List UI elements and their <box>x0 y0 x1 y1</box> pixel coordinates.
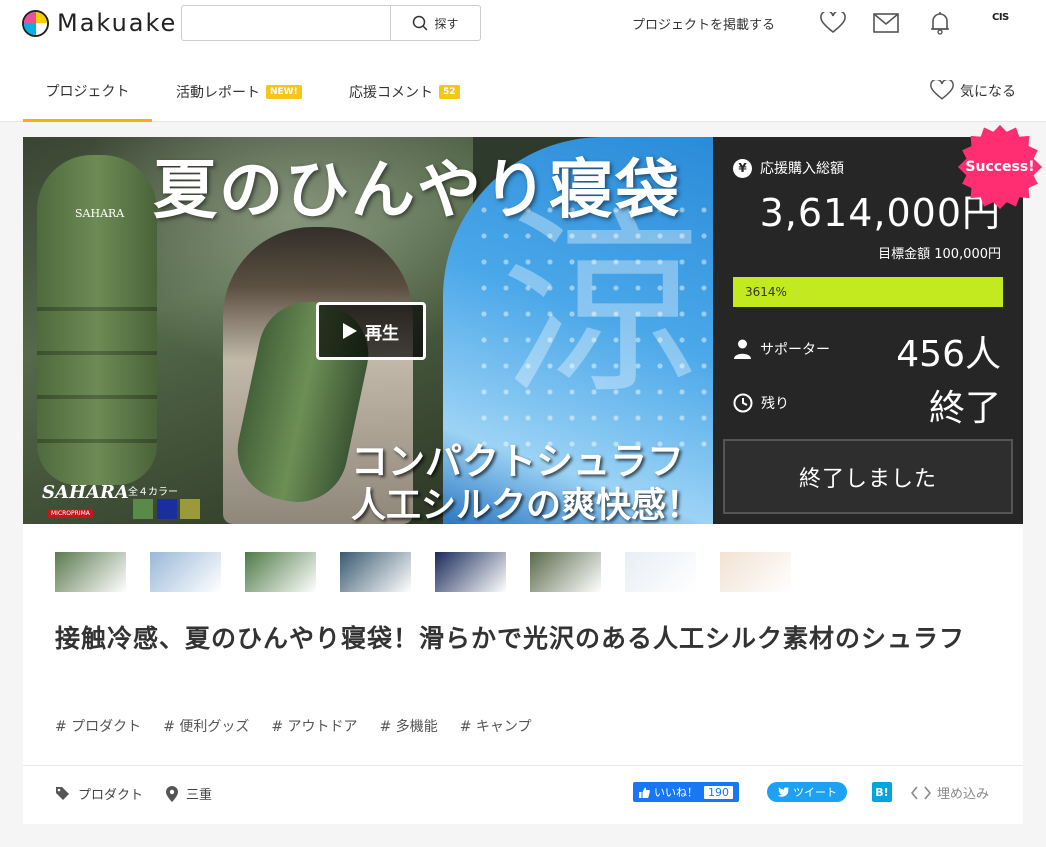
embed-link[interactable]: 埋め込み <box>911 783 989 802</box>
color-swatch-khaki <box>180 499 200 519</box>
publish-project-link[interactable]: プロジェクトを掲載する <box>632 14 775 33</box>
colors-label: 全４カラー <box>128 487 178 498</box>
heart-icon[interactable] <box>820 10 846 36</box>
bell-icon[interactable] <box>927 10 953 36</box>
tag-item[interactable]: # 多機能 <box>380 716 438 736</box>
favorite-button[interactable]: 気になる <box>930 80 1016 101</box>
remaining-label-row: 残り <box>733 393 789 413</box>
heart-outline-icon <box>930 80 954 100</box>
embed-label: 埋め込み <box>937 787 990 802</box>
project-ended-button[interactable]: 終了しました <box>723 439 1013 514</box>
tab-comments[interactable]: 応援コメント 52 <box>349 62 460 122</box>
color-swatch-navy <box>157 499 177 519</box>
thumbnail[interactable] <box>625 552 696 592</box>
tag-list: # プロダクト # 便利グッズ # アウトドア # 多機能 # キャンプ <box>55 716 532 736</box>
tag-item[interactable]: # 便利グッズ <box>163 716 249 736</box>
hero-video[interactable]: 涼 SAHARA 夏のひんやり寝袋 コンパクトシュラフ 人工シルクの爽快感！ 再… <box>23 137 713 524</box>
mail-icon[interactable] <box>873 10 899 36</box>
facebook-like-label: いいね！ <box>654 786 698 799</box>
thumbnail[interactable] <box>530 552 601 592</box>
tab-comments-label: 応援コメント <box>349 85 433 101</box>
thumbs-up-icon <box>639 787 650 798</box>
divider <box>23 765 1023 766</box>
project-tabs: プロジェクト 活動レポート NEW! 応援コメント 52 気になる <box>0 62 1046 122</box>
code-brackets-icon <box>911 785 931 800</box>
favorite-label: 気になる <box>960 83 1016 100</box>
location-label: 三重 <box>186 788 213 803</box>
thumbnail[interactable] <box>720 552 791 592</box>
tab-project-label: プロジェクト <box>45 83 130 100</box>
sleeping-bag-seams <box>37 267 157 477</box>
person-icon <box>734 339 751 359</box>
location-link[interactable]: 三重 <box>166 784 212 803</box>
location-pin-icon <box>166 785 178 802</box>
category-link[interactable]: プロダクト <box>55 784 143 803</box>
tab-activity-report-label: 活動レポート <box>176 85 260 101</box>
search-input[interactable] <box>182 6 390 40</box>
brand-logo: SAHARA <box>42 482 129 503</box>
tag-item[interactable]: # アウトドア <box>271 716 357 736</box>
clock-icon <box>733 393 753 413</box>
tag-icon <box>56 787 69 800</box>
total-label: 応援購入総額 <box>760 161 844 177</box>
tag-item[interactable]: # プロダクト <box>55 716 141 736</box>
facebook-like-count: 190 <box>704 785 733 799</box>
thumbnail[interactable] <box>245 552 316 592</box>
total-amount: 3,614,000円 <box>759 191 1001 235</box>
comment-count-badge: 52 <box>439 85 460 99</box>
hero-subtitle-2: 人工シルクの爽快感！ <box>351 485 702 524</box>
play-label: 再生 <box>365 323 399 344</box>
search-icon <box>413 15 429 31</box>
facebook-like-button[interactable]: いいね！ 190 <box>633 782 739 802</box>
total-label-row: ¥ 応援購入総額 <box>733 158 844 178</box>
thumbnail[interactable] <box>150 552 221 592</box>
remaining-label: 残り <box>761 396 789 412</box>
twitter-bird-icon <box>777 787 789 797</box>
brand-tag: MICROPRIMA <box>48 509 93 518</box>
hatena-bookmark-button[interactable]: B! <box>872 782 892 802</box>
hero-title: 夏のひんやり寝袋 <box>153 153 681 228</box>
progress-fill: 3614% <box>733 277 1003 307</box>
yen-icon: ¥ <box>733 158 752 178</box>
tag-item[interactable]: # キャンプ <box>460 716 532 736</box>
play-icon <box>343 323 357 339</box>
project-title: 接触冷感、夏のひんやり寝袋！滑らかで光沢のある人工シルク素材のシュラフ <box>55 624 966 653</box>
search-box: 探す <box>181 5 481 41</box>
supporters-label: サポーター <box>760 342 830 358</box>
category-label: プロダクト <box>78 788 144 803</box>
site-header: Makuake 探す プロジェクトを掲載する CIS プロジェクト 活動レポート… <box>0 0 1046 122</box>
color-swatch-green <box>133 499 153 519</box>
tab-project[interactable]: プロジェクト <box>23 62 152 122</box>
logo-text: Makuake <box>57 9 178 37</box>
play-button[interactable]: 再生 <box>316 302 426 360</box>
tweet-label: ツイート <box>793 786 837 799</box>
search-button[interactable]: 探す <box>390 6 480 40</box>
thumbnail[interactable] <box>340 552 411 592</box>
hero-kanji: 涼 <box>501 190 702 423</box>
thumbnail[interactable] <box>435 552 506 592</box>
progress-text: 3614% <box>745 285 787 299</box>
makuake-logo[interactable]: Makuake <box>22 8 177 38</box>
project-info-card: 接触冷感、夏のひんやり寝袋！滑らかで光沢のある人工シルク素材のシュラフ # プロ… <box>23 524 1023 824</box>
thumbnail[interactable] <box>55 552 126 592</box>
tab-activity-report[interactable]: 活動レポート NEW! <box>176 62 302 122</box>
supporters-label-row: サポーター <box>733 339 830 359</box>
user-avatar[interactable]: CIS <box>992 12 1009 23</box>
thumbnail-strip <box>55 552 791 592</box>
remaining-value: 終了 <box>928 388 1001 429</box>
bag-logo: SAHARA <box>75 207 125 220</box>
search-button-label: 探す <box>434 16 459 31</box>
new-badge: NEW! <box>266 85 302 99</box>
goal-amount: 目標金額 100,000円 <box>878 247 1001 262</box>
tweet-button[interactable]: ツイート <box>767 782 847 802</box>
progress-bar: 3614% <box>733 277 1003 307</box>
supporters-count: 456人 <box>896 334 1001 375</box>
logo-mark-icon <box>22 9 49 37</box>
